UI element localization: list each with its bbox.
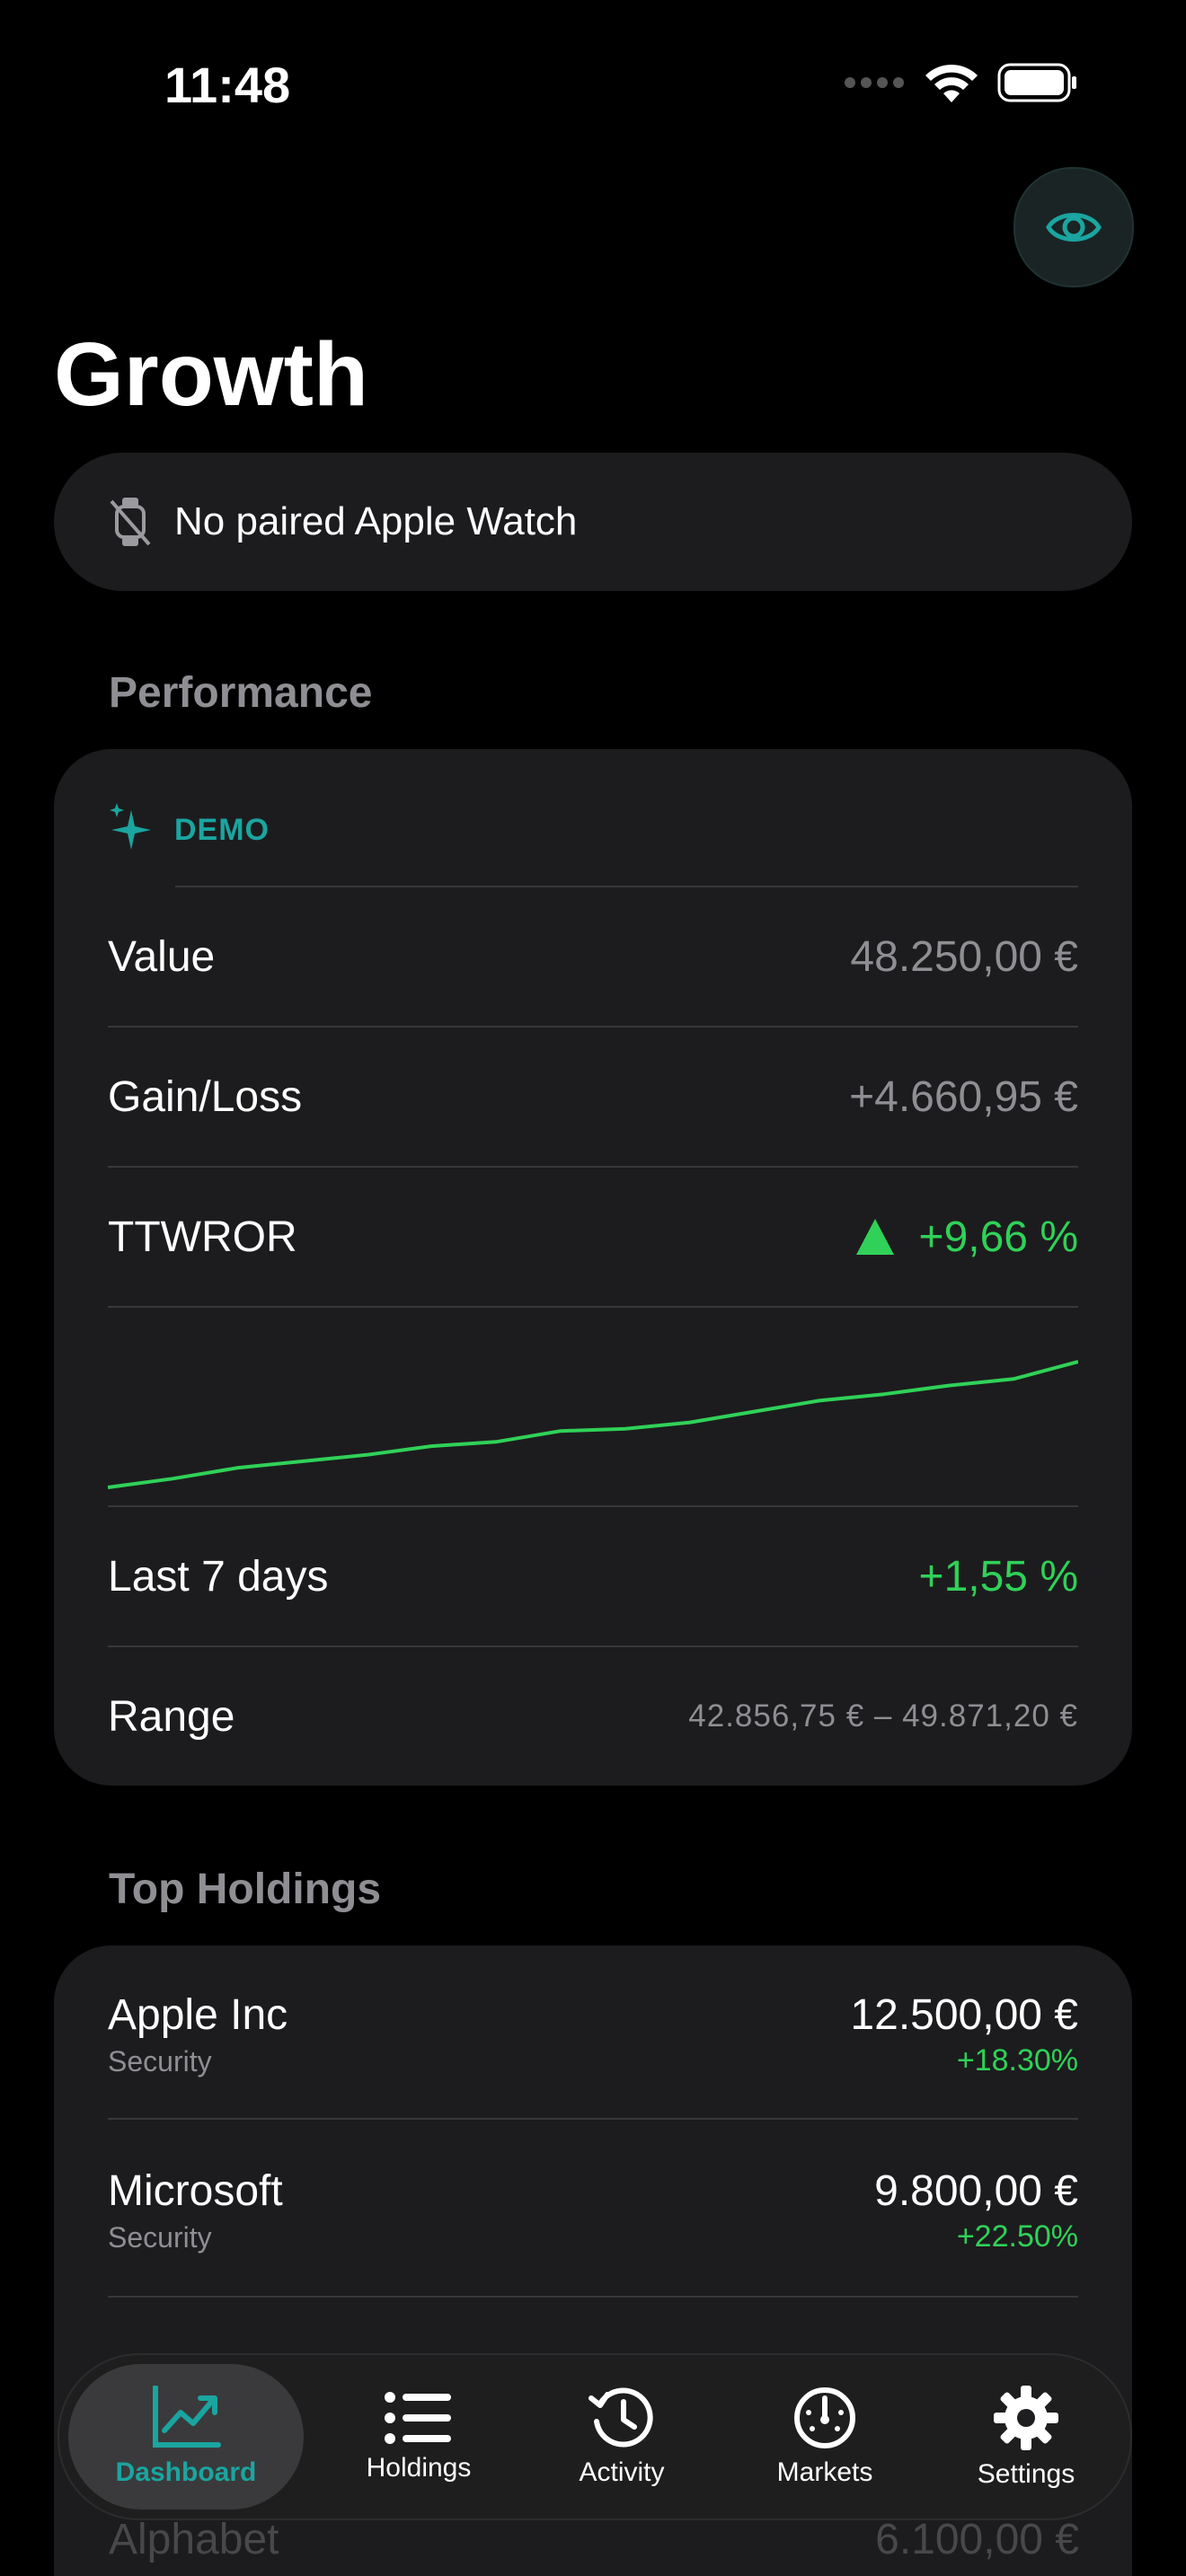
gain-loss-row: Gain/Loss +4.660,95 € [108,1028,1078,1166]
holding-change: +22.50% [956,2219,1078,2254]
ttwror-label: TTWROR [108,1213,297,1261]
sparkles-icon [110,803,151,850]
tab-label: Holdings [366,2453,472,2483]
page-title: Growth [54,324,368,425]
holding-name: Apple Inc [108,1991,288,2039]
value-label: Value [108,932,216,981]
ttwror-value: +9,66 % [918,1213,1078,1261]
value-amount: 48.250,00 € [850,932,1078,981]
range-value: 42.856,75 € – 49.871,20 € [688,1698,1078,1734]
holding-row-partial[interactable]: Alphabet 6.100,00 € [109,2515,1079,2564]
holding-name: Microsoft [108,2167,283,2215]
holding-type: Security [108,2221,212,2254]
wifi-icon [925,64,978,102]
tab-label: Settings [977,2459,1075,2489]
battery-icon [997,63,1076,102]
holding-amount: 12.500,00 € [850,1991,1078,2039]
value-row: Value 48.250,00 € [108,887,1078,1026]
chart-line-icon [153,2386,221,2448]
tab-settings[interactable]: Settings [936,2355,1116,2519]
tab-label: Markets [776,2457,873,2487]
performance-sparkline [108,1360,1078,1489]
range-row: Range 42.856,75 € – 49.871,20 € [108,1647,1078,1786]
sparkline-path [108,1360,1078,1489]
tab-markets[interactable]: Markets [735,2355,915,2519]
last-7-days-value: +1,55 % [918,1552,1078,1601]
gain-loss-amount: +4.660,95 € [849,1072,1078,1121]
tab-dashboard[interactable]: Dashboard [68,2355,304,2519]
watch-slash-icon [110,498,151,546]
list-icon [385,2392,451,2444]
performance-section-title: Performance [109,669,373,717]
holding-amount: 9.800,00 € [874,2167,1078,2215]
last-7-days-label: Last 7 days [108,1552,329,1601]
tab-bar: Dashboard Holdings Activity Markets Sett… [58,2353,1132,2520]
holding-change: +18.30% [956,2043,1078,2078]
tab-label: Activity [579,2457,665,2487]
clock-history-icon [589,2387,653,2448]
tab-holdings[interactable]: Holdings [329,2355,509,2519]
performance-card: DEMO Value 48.250,00 € Gain/Loss +4.660,… [54,749,1132,1786]
gain-loss-label: Gain/Loss [108,1072,303,1121]
holding-row[interactable]: Apple Inc Security 12.500,00 € +18.30% [108,1972,1078,2096]
tab-activity[interactable]: Activity [532,2355,712,2519]
holding-amount: 6.100,00 € [875,2516,1079,2563]
gauge-icon [794,2387,855,2448]
ttwror-row: TTWROR +9,66 % [108,1168,1078,1306]
holding-name: Alphabet [109,2516,279,2563]
watch-status-pill[interactable]: No paired Apple Watch [54,453,1132,591]
last-7-days-row: Last 7 days +1,55 % [108,1507,1078,1645]
signal-icon [845,77,904,88]
holding-row[interactable]: Microsoft Security 9.800,00 € +22.50% [108,2148,1078,2272]
tab-label: Dashboard [115,2457,257,2487]
holding-type: Security [108,2045,212,2078]
watch-status-text: No paired Apple Watch [174,499,578,543]
gear-icon [994,2386,1058,2450]
privacy-toggle-button[interactable] [1013,167,1134,287]
status-icons [843,63,1078,102]
status-time: 11:48 [164,57,291,113]
triangle-up-icon [855,1219,894,1255]
eye-icon [1046,213,1102,242]
range-label: Range [108,1692,235,1741]
top-holdings-section-title: Top Holdings [109,1866,382,1913]
demo-badge: DEMO [174,812,270,847]
